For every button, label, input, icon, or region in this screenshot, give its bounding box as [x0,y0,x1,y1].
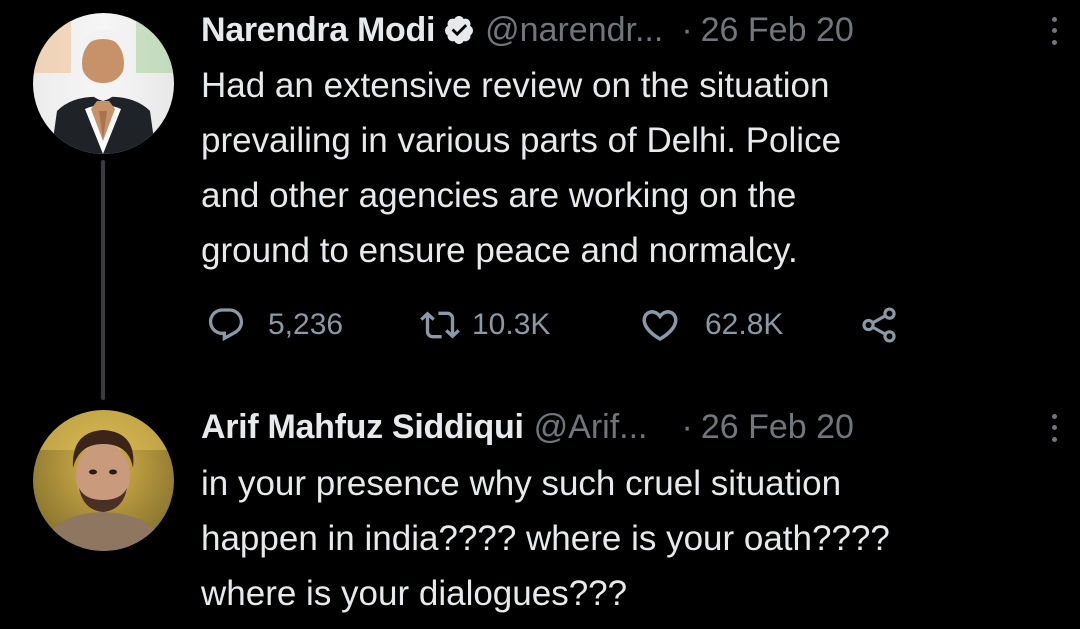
reply-button[interactable]: 5,236 [206,300,343,350]
more-options-icon[interactable] [1048,14,1060,48]
avatar[interactable] [33,13,174,154]
reply-count: 5,236 [268,308,344,341]
separator-dot: · [681,11,693,49]
tweet-text: in your presence why such cruel situatio… [201,464,890,613]
retweet-count: 10.3K [472,308,551,341]
thread-connector-line [101,160,105,400]
tweet-date[interactable]: 26 Feb 20 [701,8,854,52]
reply-icon [206,305,246,345]
avatar[interactable] [33,410,174,551]
like-button[interactable]: 62.8K [639,300,783,350]
author-handle[interactable]: @narendr... [485,8,663,52]
verified-badge-icon [443,14,475,46]
author-handle[interactable]: @Arif... [534,405,648,449]
share-icon [858,304,900,346]
author-name[interactable]: Arif Mahfuz Siddiqui [201,405,524,449]
heart-icon [639,304,681,346]
retweet-button[interactable]: 10.3K [420,300,550,350]
tweet-header: Narendra Modi @narendr... · 26 Feb 20 [201,8,1060,52]
separator-dot: · [681,408,693,446]
retweet-icon [420,305,460,345]
tweet-text: Had an extensive review on the situation… [201,66,842,270]
tweet-actions: 5,236 10.3K 62.8K [206,300,926,350]
like-count: 62.8K [705,308,784,341]
share-button[interactable] [858,300,900,350]
more-options-icon[interactable] [1048,411,1060,445]
tweet-header: Arif Mahfuz Siddiqui @Arif... · 26 Feb 2… [201,405,1060,449]
tweet-date[interactable]: 26 Feb 20 [701,405,854,449]
author-name[interactable]: Narendra Modi [201,8,435,52]
